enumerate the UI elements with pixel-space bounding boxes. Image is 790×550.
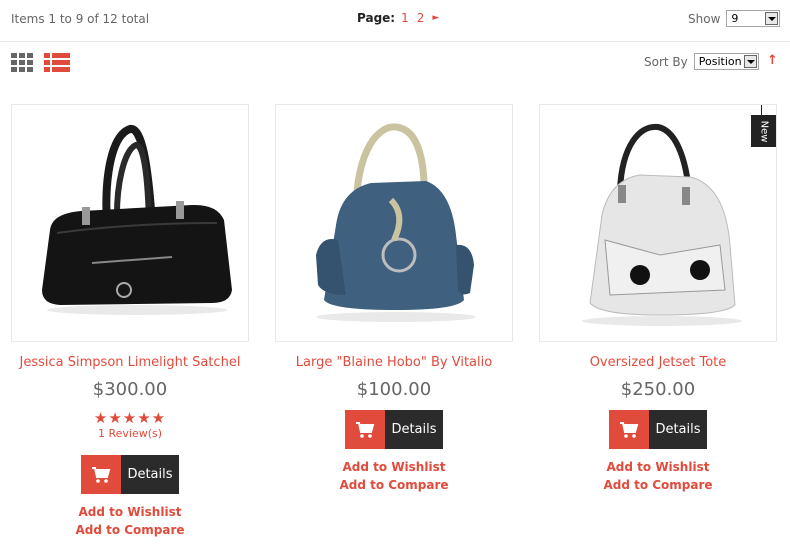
sort-direction-icon[interactable]: ↑ — [767, 53, 778, 68]
add-to-compare-link[interactable]: Add to Compare — [539, 476, 777, 494]
show-limiter: Show 9 — [688, 10, 781, 27]
product-actions: Details — [275, 410, 513, 449]
show-select[interactable]: 9 — [726, 10, 781, 27]
product-price: $100.00 — [356, 379, 432, 400]
product-price: $300.00 — [92, 379, 168, 400]
product-name-link[interactable]: Large "Blaine Hobo" By Vitalio — [275, 355, 513, 370]
product-card: Jessica Simpson Limelight Satchel $300.0… — [11, 104, 249, 537]
details-button[interactable]: Details — [385, 410, 443, 449]
new-badge-label: New — [758, 120, 769, 142]
product-actions: Details — [11, 455, 249, 494]
details-button[interactable]: Details — [121, 455, 179, 494]
product-image[interactable] — [11, 104, 249, 342]
add-to-cart-button[interactable] — [81, 455, 121, 494]
product-image[interactable]: New — [539, 104, 777, 342]
top-toolbar: Items 1 to 9 of 12 total Page: 1 2 ► Sho… — [0, 0, 790, 42]
details-button[interactable]: Details — [649, 410, 707, 449]
page-2-link[interactable]: 2 — [417, 11, 425, 25]
grid-view-icon[interactable] — [11, 52, 35, 72]
add-to-cart-button[interactable] — [345, 410, 385, 449]
reviews-link[interactable]: 1 Review(s) — [11, 427, 249, 440]
product-price: $250.00 — [620, 379, 696, 400]
product-name-link[interactable]: Jessica Simpson Limelight Satchel — [11, 355, 249, 370]
add-to-wishlist-link[interactable]: Add to Wishlist — [11, 503, 249, 521]
show-label: Show — [688, 11, 721, 26]
sort-by-label: Sort By — [644, 54, 688, 69]
product-name-link[interactable]: Oversized Jetset Tote — [539, 355, 777, 370]
sort-select[interactable]: Position — [693, 53, 759, 70]
new-badge: New — [751, 115, 776, 147]
page-1-link[interactable]: 1 — [401, 11, 409, 25]
product-links: Add to Wishlist Add to Compare — [275, 458, 513, 494]
cart-icon — [92, 466, 111, 483]
product-image[interactable] — [275, 104, 513, 342]
show-select-value: 9 — [731, 12, 739, 25]
show-select-arrow-icon[interactable] — [765, 12, 779, 25]
product-card: New Oversized Jetset Tote $250.00 Detail… — [539, 104, 777, 492]
rating-stars: ★★★★★ — [93, 409, 167, 427]
add-to-compare-link[interactable]: Add to Compare — [11, 521, 249, 539]
add-to-compare-link[interactable]: Add to Compare — [275, 476, 513, 494]
view-toolbar: Sort By Position ↑ — [0, 43, 790, 83]
add-to-cart-button[interactable] — [609, 410, 649, 449]
product-actions: Details — [539, 410, 777, 449]
product-card: Large "Blaine Hobo" By Vitalio $100.00 D… — [275, 104, 513, 492]
pager: Page: 1 2 ► — [357, 11, 439, 25]
sort-select-value: Position — [698, 55, 742, 68]
product-links: Add to Wishlist Add to Compare — [539, 458, 777, 494]
item-count: Items 1 to 9 of 12 total — [11, 12, 150, 26]
product-links: Add to Wishlist Add to Compare — [11, 503, 249, 539]
add-to-wishlist-link[interactable]: Add to Wishlist — [275, 458, 513, 476]
add-to-wishlist-link[interactable]: Add to Wishlist — [539, 458, 777, 476]
sort-select-arrow-icon[interactable] — [743, 55, 757, 68]
page-label: Page: — [357, 11, 396, 25]
next-page-icon[interactable]: ► — [432, 13, 439, 23]
list-view-icon[interactable] — [44, 52, 70, 72]
cart-icon — [620, 421, 639, 438]
cart-icon — [356, 421, 375, 438]
badge-string — [761, 105, 762, 115]
sorter: Sort By Position — [644, 53, 759, 70]
